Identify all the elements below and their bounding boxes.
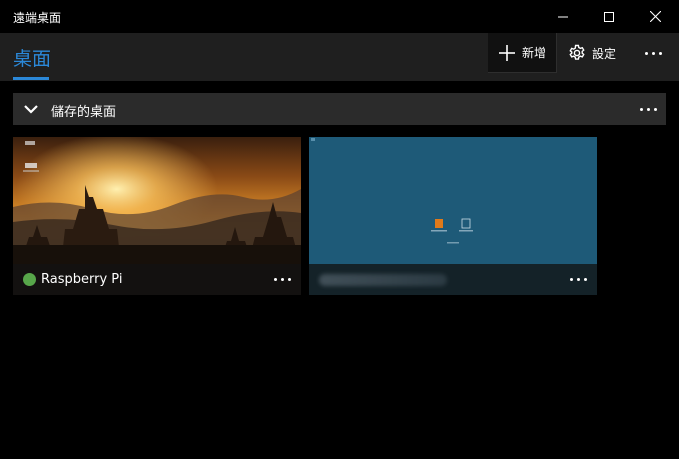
tile-footer: Raspberry Pi bbox=[13, 264, 301, 295]
desktop-tile[interactable] bbox=[309, 137, 597, 295]
tile-more-button[interactable] bbox=[565, 270, 591, 288]
chevron-down-icon bbox=[24, 105, 38, 114]
group-more-button[interactable] bbox=[635, 99, 661, 119]
group-label: 儲存的桌面 bbox=[51, 105, 117, 120]
saved-desktops-group-header[interactable]: 儲存的桌面 bbox=[13, 93, 666, 125]
plus-icon bbox=[498, 44, 516, 62]
desktop-tile[interactable]: Raspberry Pi bbox=[13, 137, 301, 295]
tile-more-button[interactable] bbox=[269, 270, 295, 288]
pivot-selection-indicator bbox=[13, 77, 49, 80]
minimize-button[interactable] bbox=[540, 0, 586, 33]
obscured-desktop-name bbox=[319, 274, 447, 286]
more-options-button[interactable] bbox=[640, 43, 666, 63]
tile-footer bbox=[309, 264, 597, 295]
command-bar: 桌面 新增 設定 bbox=[0, 33, 679, 81]
more-icon bbox=[569, 277, 587, 281]
settings-button-label: 設定 bbox=[592, 46, 617, 61]
pivot-desktops[interactable]: 桌面 bbox=[13, 44, 51, 71]
desktop-name: Raspberry Pi bbox=[41, 272, 123, 287]
connection-status-dot bbox=[23, 273, 36, 286]
more-icon bbox=[273, 277, 291, 281]
settings-button[interactable]: 設定 bbox=[568, 42, 616, 64]
gear-icon bbox=[569, 44, 585, 60]
add-button[interactable]: 新增 bbox=[488, 33, 557, 73]
more-icon bbox=[639, 107, 657, 111]
window-title: 遠端桌面 bbox=[13, 11, 62, 25]
add-button-label: 新增 bbox=[522, 46, 547, 60]
maximize-button[interactable] bbox=[586, 0, 632, 33]
title-bar: 遠端桌面 bbox=[0, 0, 679, 33]
close-icon bbox=[649, 11, 661, 22]
more-icon bbox=[644, 51, 662, 55]
maximize-icon bbox=[604, 11, 614, 22]
close-button[interactable] bbox=[632, 0, 678, 33]
minimize-icon bbox=[558, 16, 568, 17]
